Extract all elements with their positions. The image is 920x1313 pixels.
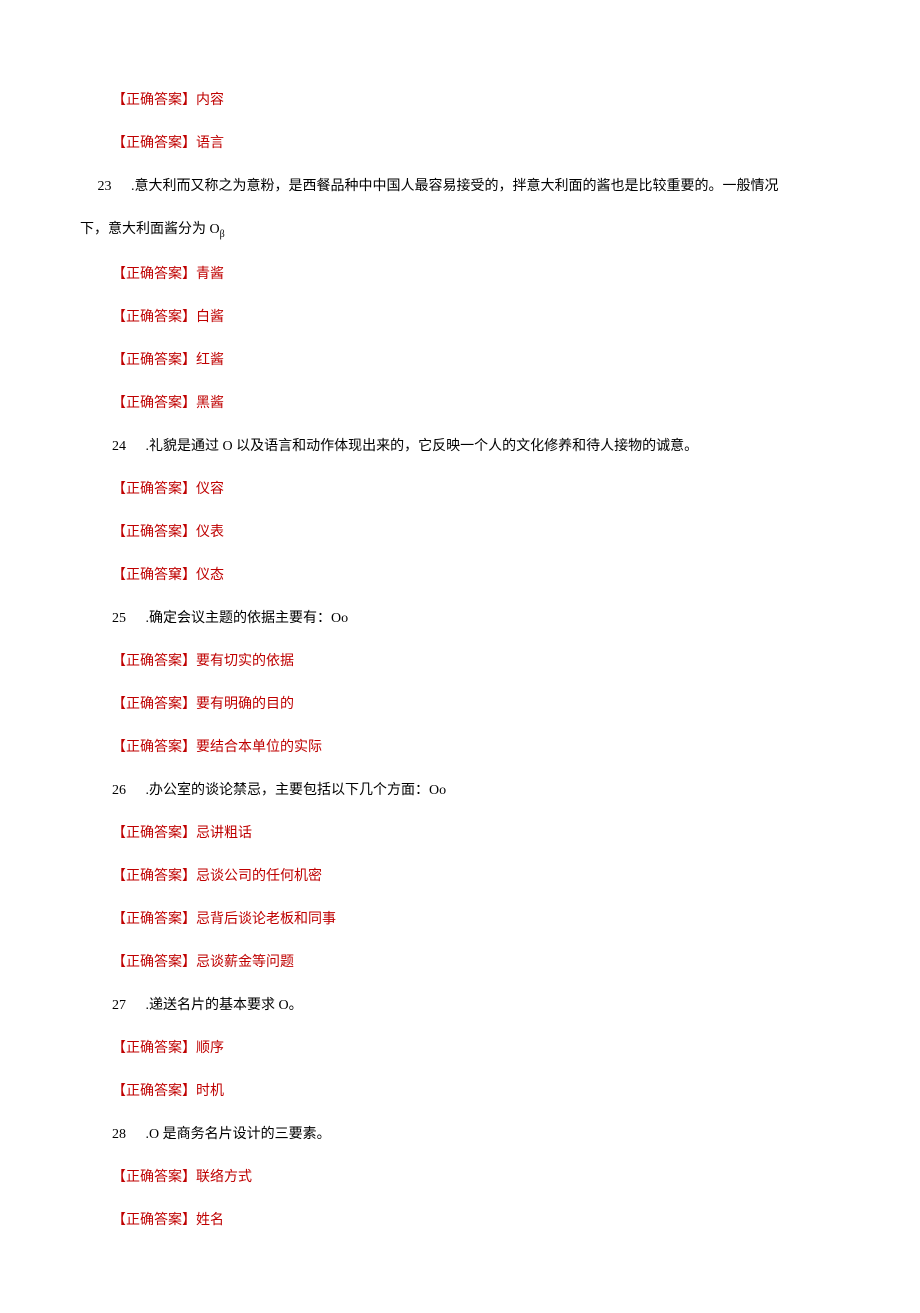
- question-28: 28 .O 是商务名片设计的三要素。: [112, 1124, 860, 1145]
- answer-line: 【正确答窠】仪态: [112, 565, 860, 586]
- answer-line: 【正确答案】内容: [112, 90, 860, 111]
- question-27: 27 .递送名片的基本要求 O。: [112, 995, 860, 1016]
- question-25: 25 .确定会议主题的依据主要有：Oo: [112, 608, 860, 629]
- question-24: 24 .礼貌是通过 O 以及语言和动作体现出来的，它反映一个人的文化修养和待人接…: [112, 436, 860, 457]
- answer-line: 【正确答案】忌讲粗话: [112, 823, 860, 844]
- answer-label: 【正确答案】: [112, 267, 196, 282]
- question-number: 23: [98, 176, 128, 197]
- answer-label: 【正确答窠】: [112, 568, 196, 583]
- answer-label: 【正确答案】: [112, 740, 196, 755]
- answer-line: 【正确答案】姓名: [112, 1210, 860, 1231]
- question-26: 26 .办公室的谈论禁忌，主要包括以下几个方面：Oo: [112, 780, 860, 801]
- question-text: .办公室的谈论禁忌，主要包括以下几个方面：Oo: [142, 783, 446, 798]
- answer-label: 【正确答案】: [112, 353, 196, 368]
- answer-text: 语言: [196, 136, 224, 151]
- answer-line: 【正确答案】忌背后谈论老板和同事: [112, 909, 860, 930]
- answer-text: 要结合本单位的实际: [196, 740, 322, 755]
- question-number: 24: [112, 436, 142, 457]
- answer-label: 【正确答案】: [112, 1041, 196, 1056]
- question-text: .O 是商务名片设计的三要素。: [142, 1127, 331, 1142]
- answer-label: 【正确答案】: [112, 136, 196, 151]
- answer-line: 【正确答案】忌谈公司的任何机密: [112, 866, 860, 887]
- answer-label: 【正确答案】: [112, 1213, 196, 1228]
- answer-text: 忌背后谈论老板和同事: [196, 912, 336, 927]
- answer-line: 【正确答案】黑酱: [112, 393, 860, 414]
- answer-text: 仪表: [196, 525, 224, 540]
- document-page: 【正确答案】内容 【正确答案】语言 23 .意大利而又称之为意粉，是西餐品种中中…: [0, 0, 920, 1313]
- answer-label: 【正确答案】: [112, 912, 196, 927]
- answer-text: 黑酱: [196, 396, 224, 411]
- answer-label: 【正确答案】: [112, 1084, 196, 1099]
- answer-text: 忌谈公司的任何机密: [196, 869, 322, 884]
- answer-line: 【正确答案】忌谈薪金等问题: [112, 952, 860, 973]
- answer-label: 【正确答案】: [112, 93, 196, 108]
- answer-text: 内容: [196, 93, 224, 108]
- answer-line: 【正确答案】语言: [112, 133, 860, 154]
- answer-text: 仪态: [196, 568, 224, 583]
- answer-line: 【正确答案】青酱: [112, 264, 860, 285]
- question-number: 25: [112, 608, 142, 629]
- subscript: β: [220, 229, 225, 240]
- answer-line: 【正确答案】时机: [112, 1081, 860, 1102]
- answer-label: 【正确答案】: [112, 697, 196, 712]
- answer-label: 【正确答案】: [112, 525, 196, 540]
- question-text: .意大利而又称之为意粉，是西餐品种中中国人最容易接受的，拌意大利面的酱也是比较重…: [128, 179, 779, 194]
- answer-line: 【正确答案】联络方式: [112, 1167, 860, 1188]
- answer-text: 红酱: [196, 353, 224, 368]
- answer-line: 【正确答案】仪表: [112, 522, 860, 543]
- answer-text: 青酱: [196, 267, 224, 282]
- question-text: .递送名片的基本要求 O。: [142, 998, 303, 1013]
- answer-line: 【正确答案】仪容: [112, 479, 860, 500]
- question-continuation-text: 下，意大利面酱分为 O: [80, 222, 220, 237]
- answer-line: 【正确答案】顺序: [112, 1038, 860, 1059]
- answer-text: 联络方式: [196, 1170, 252, 1185]
- question-number: 27: [112, 995, 142, 1016]
- answer-text: 忌讲粗话: [196, 826, 252, 841]
- answer-label: 【正确答案】: [112, 1170, 196, 1185]
- answer-line: 【正确答案】要有明确的目的: [112, 694, 860, 715]
- answer-text: 时机: [196, 1084, 224, 1099]
- answer-text: 要有切实的依据: [196, 654, 294, 669]
- answer-label: 【正确答案】: [112, 396, 196, 411]
- answer-text: 姓名: [196, 1213, 224, 1228]
- answer-line: 【正确答案】要结合本单位的实际: [112, 737, 860, 758]
- answer-text: 仪容: [196, 482, 224, 497]
- answer-text: 顺序: [196, 1041, 224, 1056]
- answer-line: 【正确答案】白酱: [112, 307, 860, 328]
- question-number: 26: [112, 780, 142, 801]
- answer-text: 要有明确的目的: [196, 697, 294, 712]
- question-text: .确定会议主题的依据主要有：Oo: [142, 611, 348, 626]
- question-text: .礼貌是通过 O 以及语言和动作体现出来的，它反映一个人的文化修养和待人接物的诚…: [142, 439, 698, 454]
- answer-line: 【正确答案】要有切实的依据: [112, 651, 860, 672]
- answer-line: 【正确答案】红酱: [112, 350, 860, 371]
- question-23-continuation: 下，意大利面酱分为 Oβ: [80, 219, 860, 242]
- answer-label: 【正确答案】: [112, 955, 196, 970]
- answer-text: 忌谈薪金等问题: [196, 955, 294, 970]
- answer-label: 【正确答案】: [112, 869, 196, 884]
- answer-label: 【正确答案】: [112, 310, 196, 325]
- answer-label: 【正确答案】: [112, 654, 196, 669]
- question-23: 23 .意大利而又称之为意粉，是西餐品种中中国人最容易接受的，拌意大利面的酱也是…: [80, 176, 860, 197]
- answer-label: 【正确答案】: [112, 826, 196, 841]
- question-number: 28: [112, 1124, 142, 1145]
- answer-text: 白酱: [196, 310, 224, 325]
- answer-label: 【正确答案】: [112, 482, 196, 497]
